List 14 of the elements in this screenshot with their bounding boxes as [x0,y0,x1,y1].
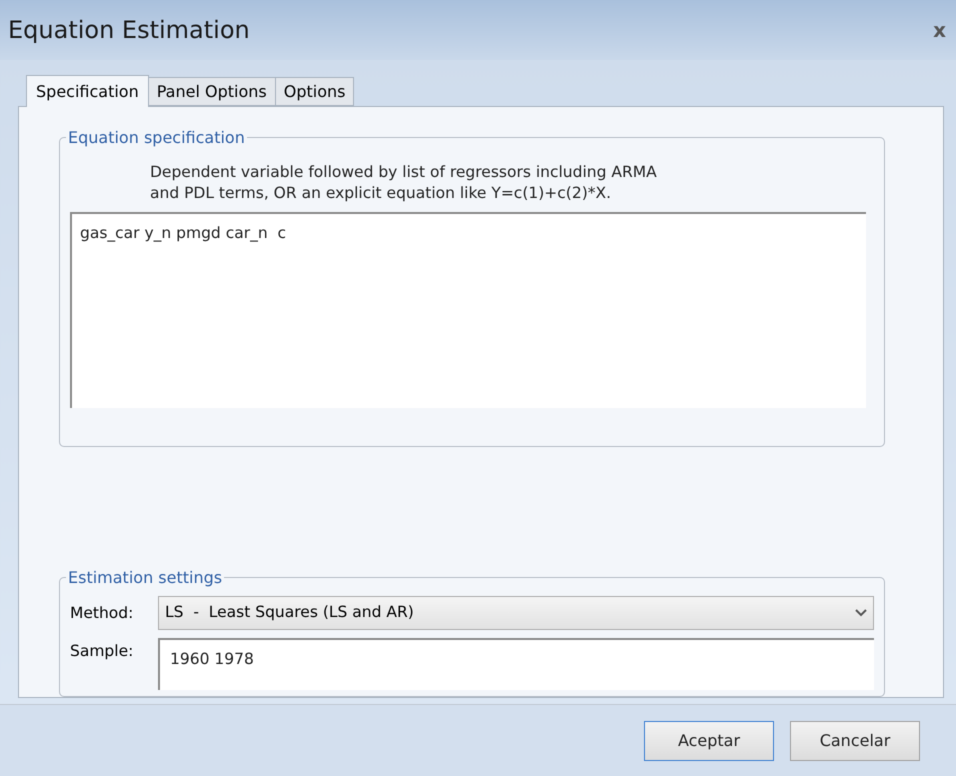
close-button[interactable]: x [929,20,950,40]
chevron-down-icon [855,609,867,617]
method-dropdown[interactable]: LS - Least Squares (LS and AR) [158,596,874,630]
tab[interactable]: Panel Options [148,77,276,106]
dialog-button[interactable]: Aceptar [644,720,774,760]
equation-input[interactable]: gas_car y_n pmgd car_n c [70,212,866,408]
field-label: Method: [70,603,134,624]
window-title: Equation Estimation [8,15,250,46]
sample-input[interactable]: 1960 1978 [158,638,874,690]
tab[interactable]: Specification [26,75,149,107]
tab[interactable]: Options [274,77,354,106]
dialog-button[interactable]: Cancelar [790,720,920,760]
field-label: Sample: [70,641,134,662]
instruction-text: Dependent variable followed by list of regressors including ARMA and PDL terms, OR an explicit equation like Y=c(1)+c(2)*X. [149,162,658,204]
